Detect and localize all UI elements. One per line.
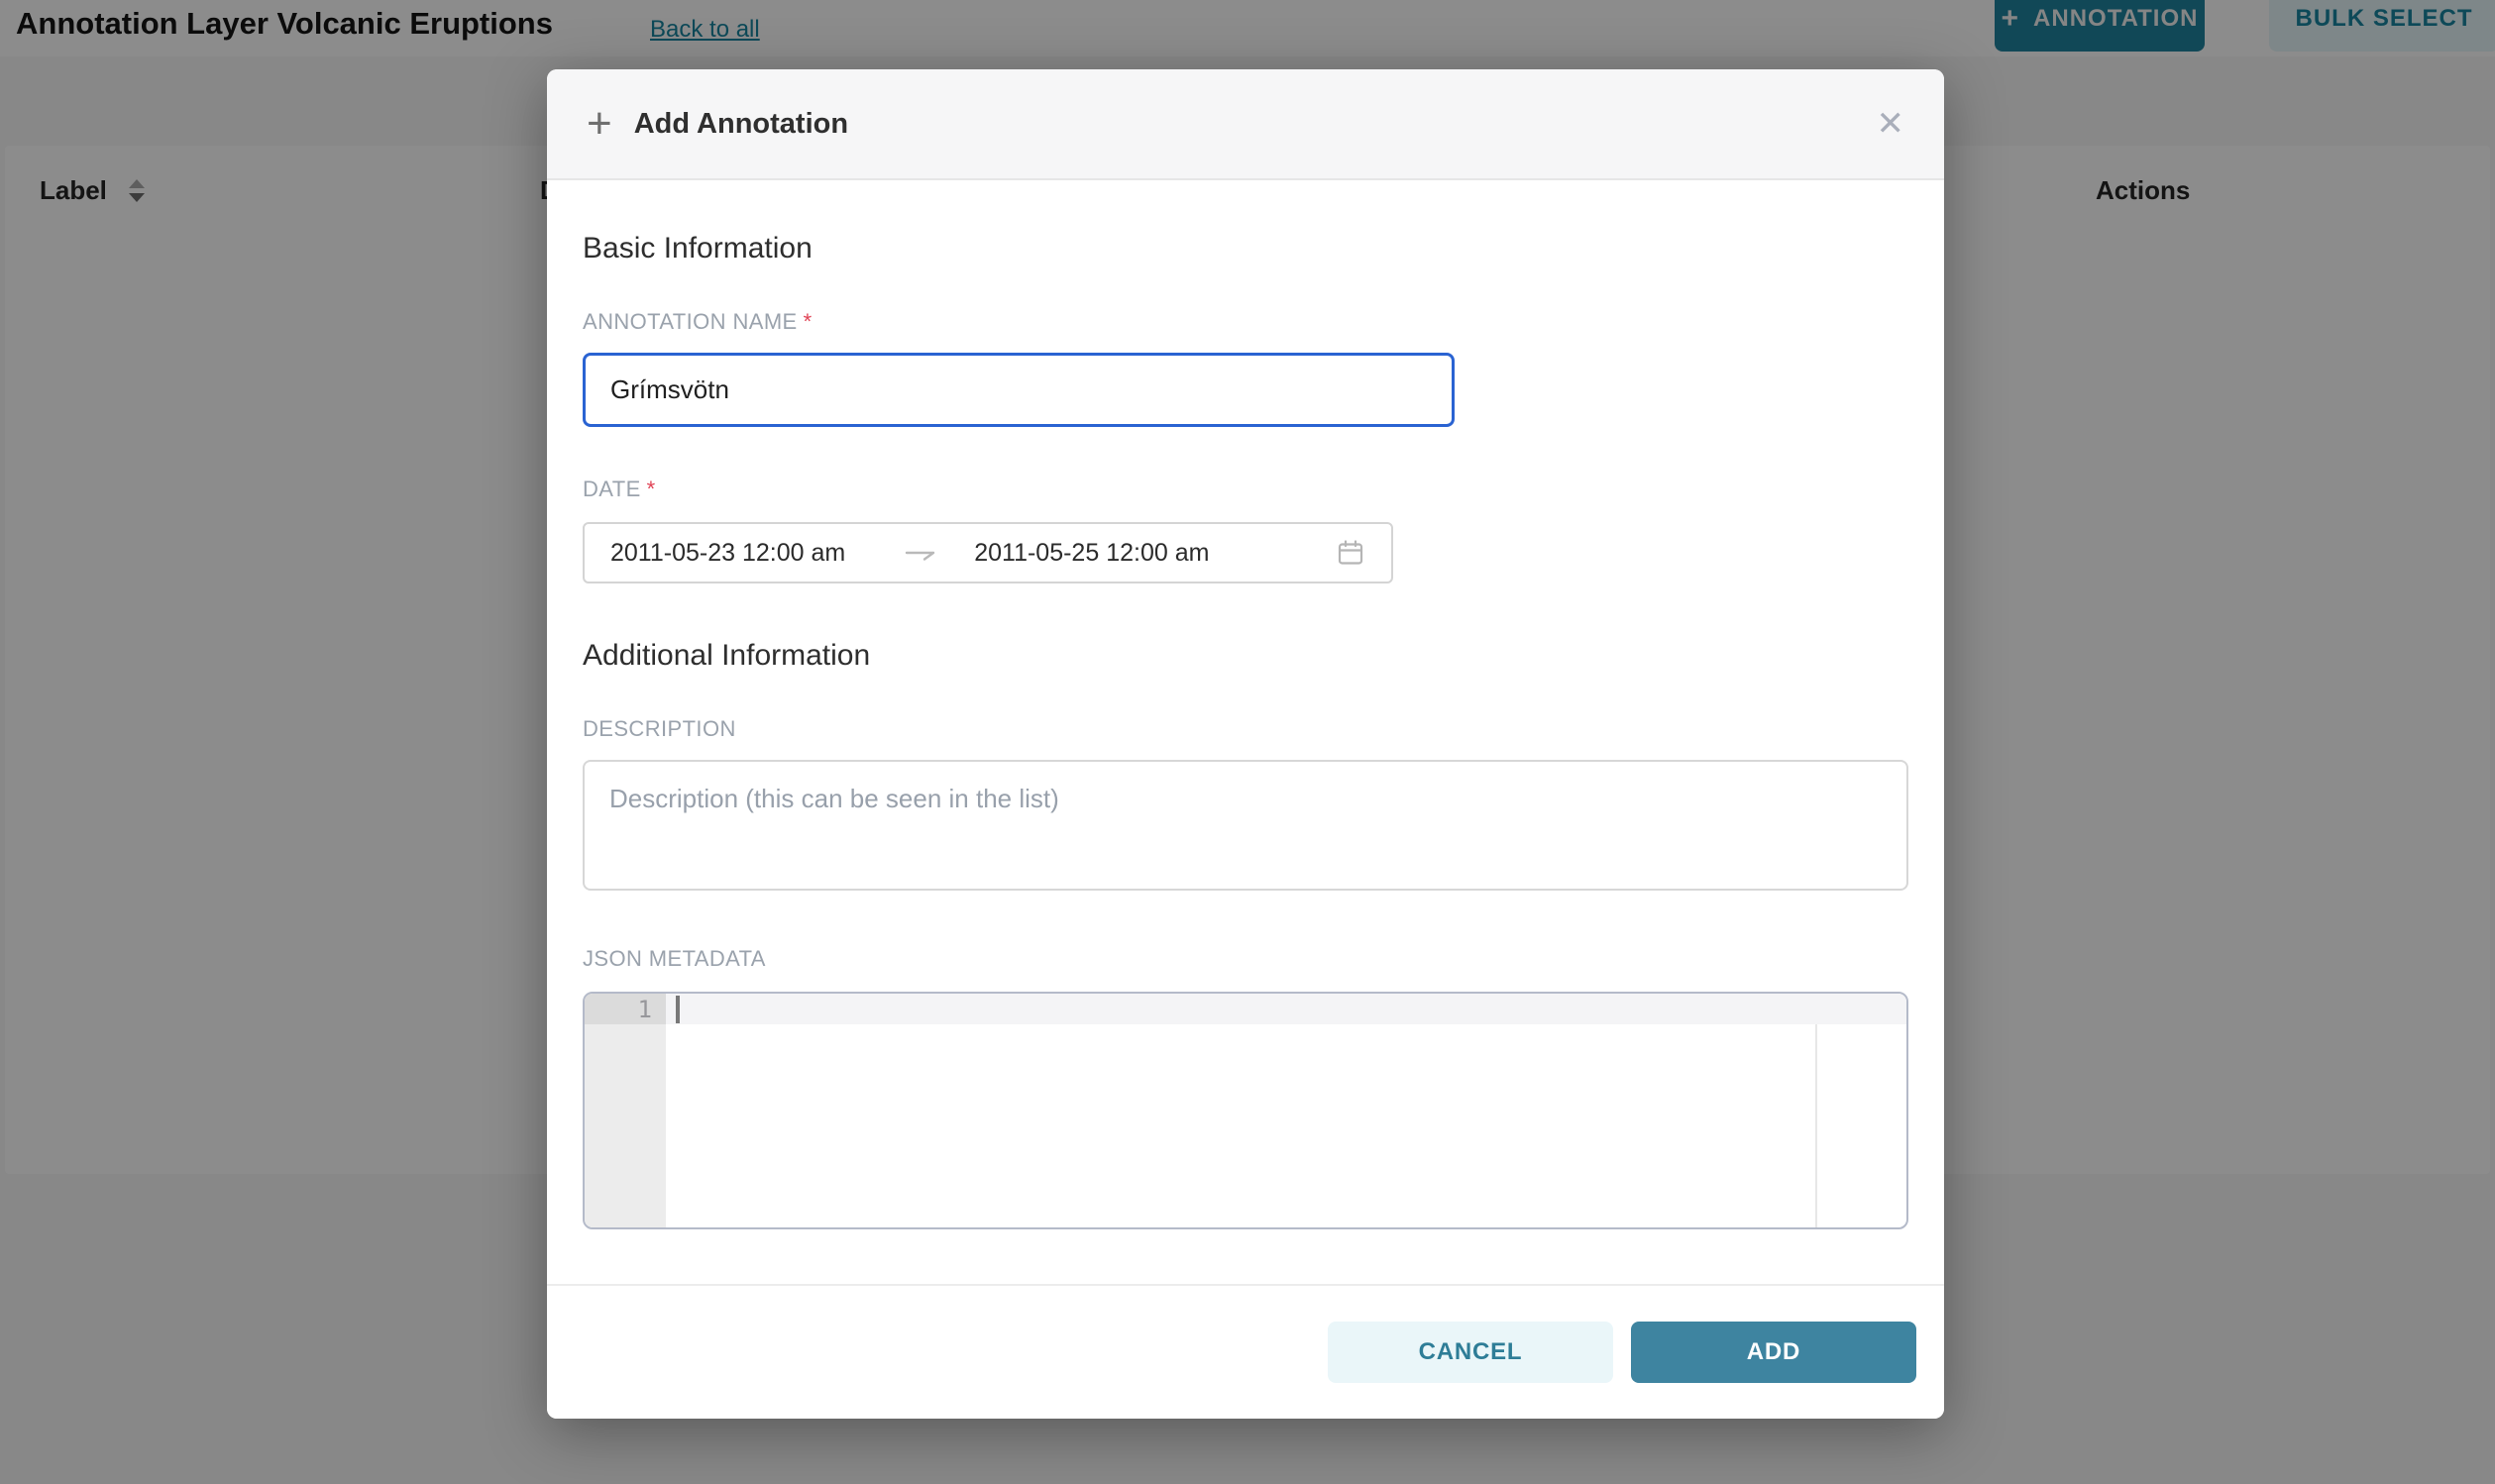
add-button[interactable]: ADD <box>1631 1322 1916 1383</box>
section-additional-information: Additional Information <box>583 639 1908 673</box>
plus-icon: + <box>587 102 612 146</box>
editor-gutter: 1 <box>585 994 666 1227</box>
modal-footer: CANCEL ADD <box>547 1284 1944 1419</box>
description-label: DESCRIPTION <box>583 716 1908 742</box>
editor-print-margin <box>1815 1024 1817 1227</box>
section-basic-information: Basic Information <box>583 232 1908 265</box>
date-end-value[interactable]: 2011-05-25 12:00 am <box>974 539 1209 568</box>
required-asterisk: * <box>804 309 813 334</box>
modal-body: Basic Information ANNOTATION NAME* DATE*… <box>547 180 1944 1284</box>
annotation-name-input[interactable] <box>583 353 1455 427</box>
modal-header: + Add Annotation ✕ <box>547 69 1944 180</box>
date-label: DATE* <box>583 477 1908 502</box>
editor-active-line <box>666 994 1906 1024</box>
date-label-text: DATE <box>583 477 641 501</box>
arrow-right-icon <box>903 542 938 564</box>
date-range-picker[interactable]: 2011-05-23 12:00 am 2011-05-25 12:00 am <box>583 522 1393 583</box>
add-annotation-modal: + Add Annotation ✕ Basic Information ANN… <box>547 69 1944 1419</box>
cancel-button[interactable]: CANCEL <box>1328 1322 1613 1383</box>
calendar-icon <box>1336 538 1365 568</box>
description-textarea[interactable] <box>583 760 1908 891</box>
editor-cursor <box>676 996 680 1023</box>
modal-title: Add Annotation <box>634 108 848 141</box>
json-metadata-editor[interactable]: 1 <box>583 992 1908 1229</box>
annotation-name-label: ANNOTATION NAME* <box>583 309 1908 335</box>
date-start-value[interactable]: 2011-05-23 12:00 am <box>610 539 845 568</box>
editor-line-number: 1 <box>585 994 666 1024</box>
required-asterisk: * <box>647 477 656 501</box>
annotation-name-label-text: ANNOTATION NAME <box>583 309 798 334</box>
close-icon[interactable]: ✕ <box>1877 107 1905 141</box>
json-metadata-label: JSON METADATA <box>583 946 1908 972</box>
